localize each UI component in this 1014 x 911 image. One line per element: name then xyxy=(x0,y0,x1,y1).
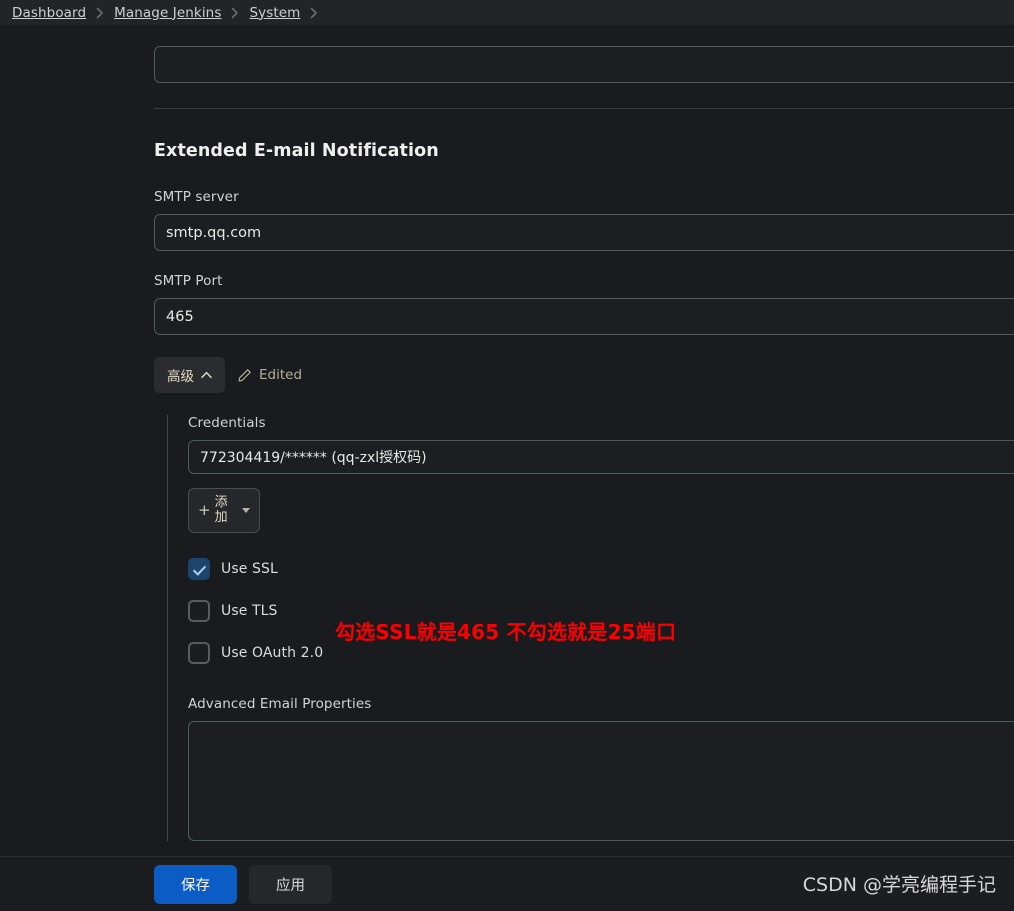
chevron-right-icon xyxy=(300,7,328,19)
pencil-icon xyxy=(237,368,252,383)
csdn-watermark: CSDN @学亮编程手记 xyxy=(802,874,996,896)
page-title: Extended E-mail Notification xyxy=(154,141,439,161)
breadcrumb: Dashboard Manage Jenkins System xyxy=(0,0,1014,25)
advanced-toggle-row: 高级 Edited xyxy=(154,357,1014,393)
use-oauth-checkbox[interactable] xyxy=(188,642,210,665)
edited-indicator: Edited xyxy=(237,367,302,383)
jenkins-system-config-page: Dashboard Manage Jenkins System Extended… xyxy=(0,0,1014,911)
add-credentials-button[interactable]: + 添加 xyxy=(188,488,260,534)
edited-label: Edited xyxy=(259,367,303,383)
add-credentials-label: 添加 xyxy=(214,495,228,525)
apply-button[interactable]: 应用 xyxy=(249,864,332,904)
advanced-email-properties-textarea[interactable] xyxy=(188,721,1014,842)
use-ssl-checkbox[interactable] xyxy=(188,558,210,581)
breadcrumb-item-system[interactable]: System xyxy=(249,5,300,21)
use-ssl-row[interactable]: Use SSL xyxy=(188,557,1014,581)
credentials-select[interactable] xyxy=(188,440,1014,474)
config-form-scroll-area: Extended E-mail Notification SMTP server… xyxy=(0,25,1014,911)
smtp-server-label: SMTP server xyxy=(154,189,239,205)
smtp-server-input[interactable] xyxy=(154,214,1014,251)
chevron-right-icon xyxy=(221,7,249,19)
credentials-label: Credentials xyxy=(188,415,266,431)
plus-icon: + xyxy=(198,501,211,520)
use-oauth-label[interactable]: Use OAuth 2.0 xyxy=(221,645,323,661)
advanced-email-properties-label: Advanced Email Properties xyxy=(188,696,372,713)
breadcrumb-item-dashboard[interactable]: Dashboard xyxy=(12,5,86,21)
use-tls-label[interactable]: Use TLS xyxy=(221,603,278,619)
ssl-port-annotation: 勾选SSL就是465 不勾选就是25端口 xyxy=(335,620,677,644)
config-form-column: Extended E-mail Notification SMTP server… xyxy=(154,25,1014,901)
smtp-port-input[interactable] xyxy=(154,298,1014,335)
breadcrumb-item-manage-jenkins[interactable]: Manage Jenkins xyxy=(114,5,221,21)
chevron-up-icon xyxy=(201,371,212,379)
advanced-toggle-label: 高级 xyxy=(167,369,194,385)
save-button[interactable]: 保存 xyxy=(154,864,237,904)
chevron-right-icon xyxy=(86,7,114,19)
caret-down-icon xyxy=(242,508,250,514)
use-ssl-label[interactable]: Use SSL xyxy=(221,561,278,577)
advanced-toggle-button[interactable]: 高级 xyxy=(154,357,225,393)
use-tls-checkbox[interactable] xyxy=(188,600,210,623)
previous-section-input[interactable] xyxy=(154,46,1014,83)
smtp-port-label: SMTP Port xyxy=(154,273,223,289)
